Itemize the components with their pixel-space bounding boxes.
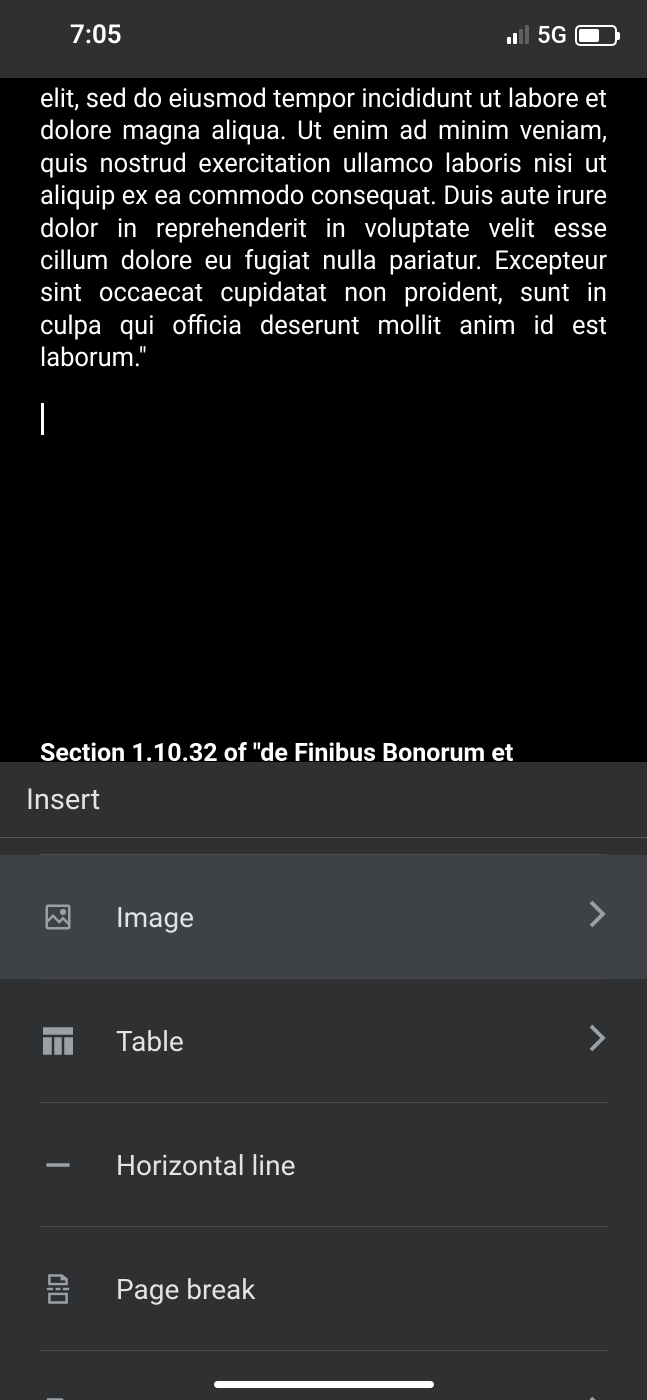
- chevron-right-icon: [587, 1395, 607, 1400]
- clipped-item: [40, 838, 607, 855]
- menu-item-horizontal-line[interactable]: Horizontal line: [0, 1103, 647, 1227]
- section-heading[interactable]: Section 1.10.32 of "de Finibus Bonorum e…: [40, 739, 513, 762]
- menu-item-page-number[interactable]: 1 Page number: [0, 1351, 647, 1400]
- page-break-icon: [40, 1271, 76, 1307]
- status-bar: 7:05 5G: [0, 0, 647, 78]
- battery-icon: [575, 25, 617, 46]
- menu-item-image[interactable]: Image: [0, 855, 647, 979]
- insert-panel: Insert Image: [0, 762, 647, 1400]
- chevron-right-icon: [587, 1023, 607, 1060]
- status-indicators: 5G: [507, 21, 617, 49]
- menu-item-label: Horizontal line: [116, 1149, 607, 1182]
- menu-item-table[interactable]: Table: [0, 979, 647, 1103]
- page-number-icon: 1: [40, 1395, 76, 1400]
- status-time: 7:05: [70, 20, 122, 50]
- menu-item-label: Page number: [116, 1397, 587, 1400]
- image-icon: [40, 899, 76, 935]
- insert-menu-list[interactable]: Image Table: [0, 838, 647, 1400]
- menu-item-page-break[interactable]: Page break: [0, 1227, 647, 1351]
- horizontal-line-icon: [40, 1147, 76, 1183]
- menu-item-label: Table: [116, 1025, 587, 1058]
- document-body-text[interactable]: elit, sed do eiusmod tempor incididunt u…: [40, 83, 607, 374]
- chevron-right-icon: [587, 899, 607, 936]
- text-cursor: [41, 403, 44, 435]
- menu-item-label: Image: [116, 901, 587, 934]
- signal-icon: [507, 26, 529, 44]
- document-editor[interactable]: elit, sed do eiusmod tempor incididunt u…: [0, 78, 647, 762]
- insert-panel-title: Insert: [0, 762, 647, 838]
- menu-item-label: Page break: [116, 1273, 607, 1306]
- table-icon: [40, 1023, 76, 1059]
- network-label: 5G: [537, 21, 567, 49]
- home-indicator[interactable]: [214, 1381, 434, 1388]
